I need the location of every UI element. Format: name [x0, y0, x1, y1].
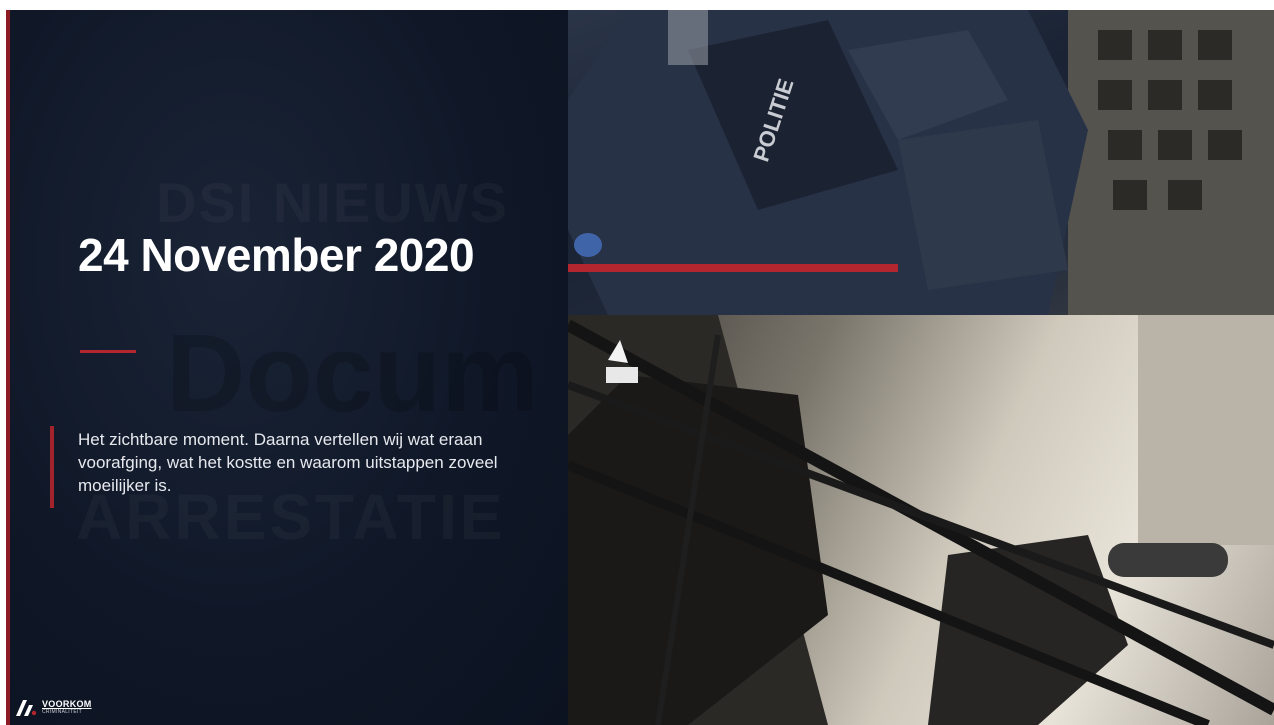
top-strip	[0, 0, 1274, 10]
police-vest-image: POLITIE	[568, 10, 1274, 315]
watermark-text: DSI NIEUWS	[156, 170, 509, 235]
watermark-text: Docum	[166, 312, 539, 435]
stairwell-image	[568, 315, 1274, 725]
description-text: Het zichtbare moment. Daarna vertellen w…	[78, 430, 498, 495]
date-title: 24 November 2020	[78, 229, 475, 281]
quote-bar	[50, 426, 54, 508]
left-text-panel: DSI NIEUWS Docum ARRESTATIE 24 November …	[6, 10, 568, 725]
left-accent-bar	[6, 10, 10, 725]
police-vest-photo: POLITIE	[568, 10, 1274, 315]
logo-main-text: VOORKOM	[42, 699, 92, 709]
logo-sub-text: CRIMINALITEIT	[42, 709, 83, 715]
presentation-slide: DSI NIEUWS Docum ARRESTATIE 24 November …	[0, 0, 1274, 725]
title-divider	[80, 350, 136, 353]
brand-logo: VOORKOM CRIMINALITEIT	[14, 698, 92, 718]
arrest-stairwell-photo	[568, 315, 1274, 725]
logo-icon	[16, 700, 37, 716]
